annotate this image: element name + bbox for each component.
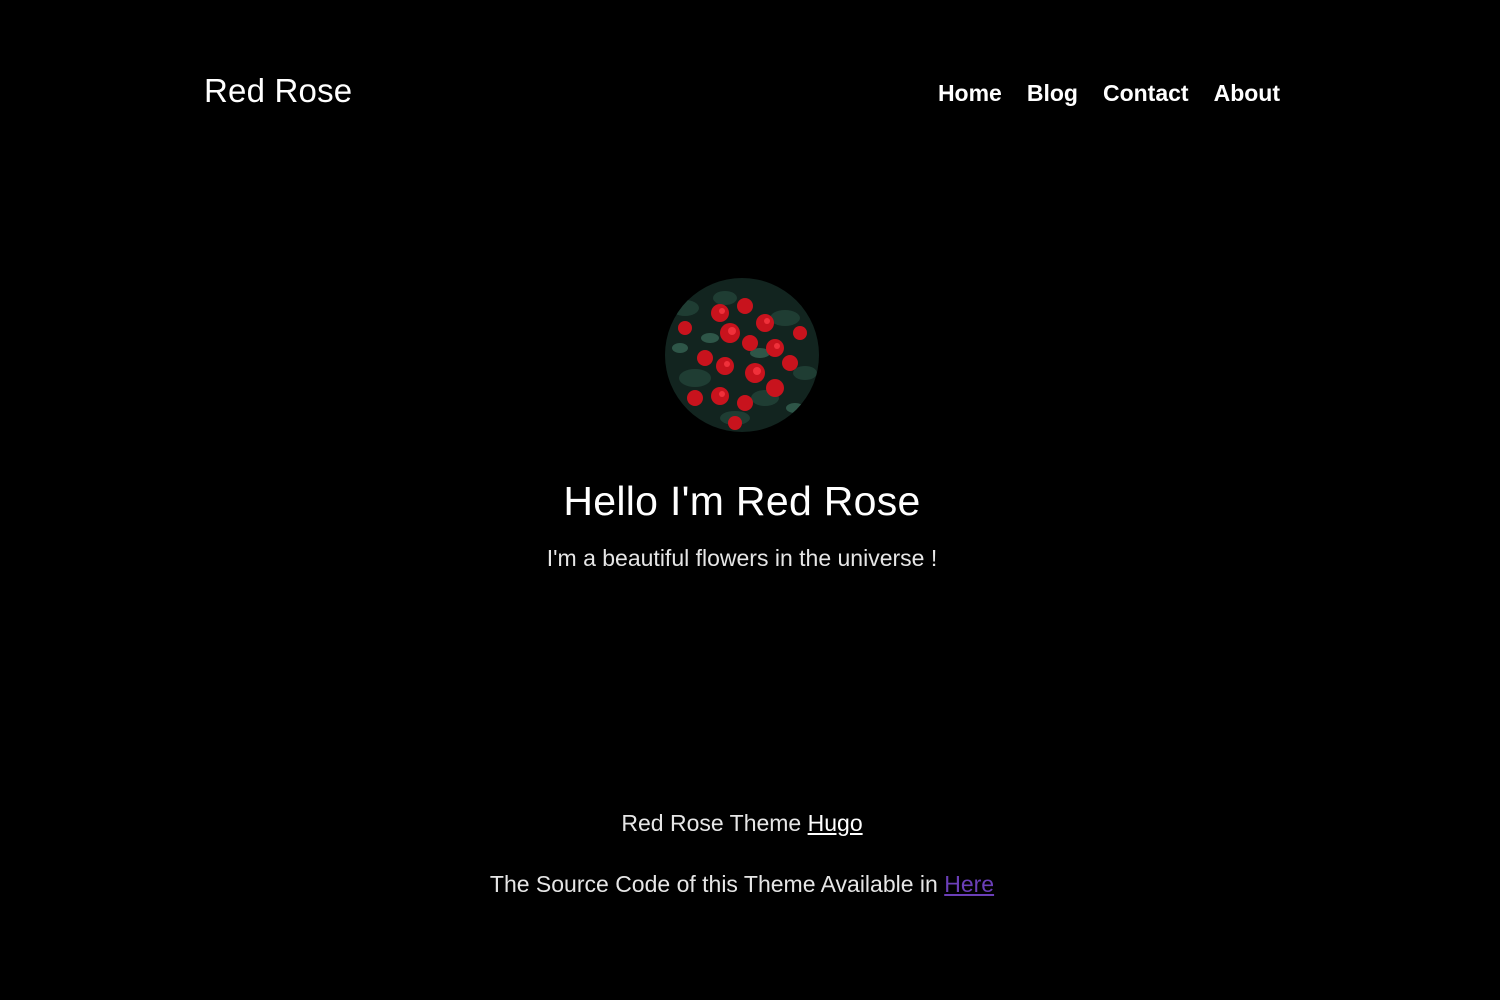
hugo-link[interactable]: Hugo — [808, 810, 863, 836]
source-code-link[interactable]: Here — [944, 871, 994, 897]
avatar — [665, 278, 819, 432]
main-nav: Home Blog Contact About — [938, 80, 1280, 107]
nav-home[interactable]: Home — [938, 80, 1002, 107]
footer-source-text: The Source Code of this Theme Available … — [489, 871, 945, 897]
rose-bush-photo-icon — [665, 278, 819, 432]
nav-contact[interactable]: Contact — [1103, 80, 1189, 107]
hero-subtitle: I'm a beautiful flowers in the universe … — [546, 545, 938, 571]
footer-theme-text: Red Rose Theme — [621, 810, 808, 836]
nav-blog[interactable]: Blog — [1027, 80, 1078, 107]
footer-source-line: The Source Code of this Theme Available … — [0, 871, 1484, 898]
site-title-link[interactable]: Red Rose — [204, 72, 352, 110]
footer-theme-line: Red Rose Theme Hugo — [0, 810, 1484, 837]
hero-title: Hello I'm Red Rose — [563, 478, 921, 524]
nav-about[interactable]: About — [1214, 80, 1280, 107]
